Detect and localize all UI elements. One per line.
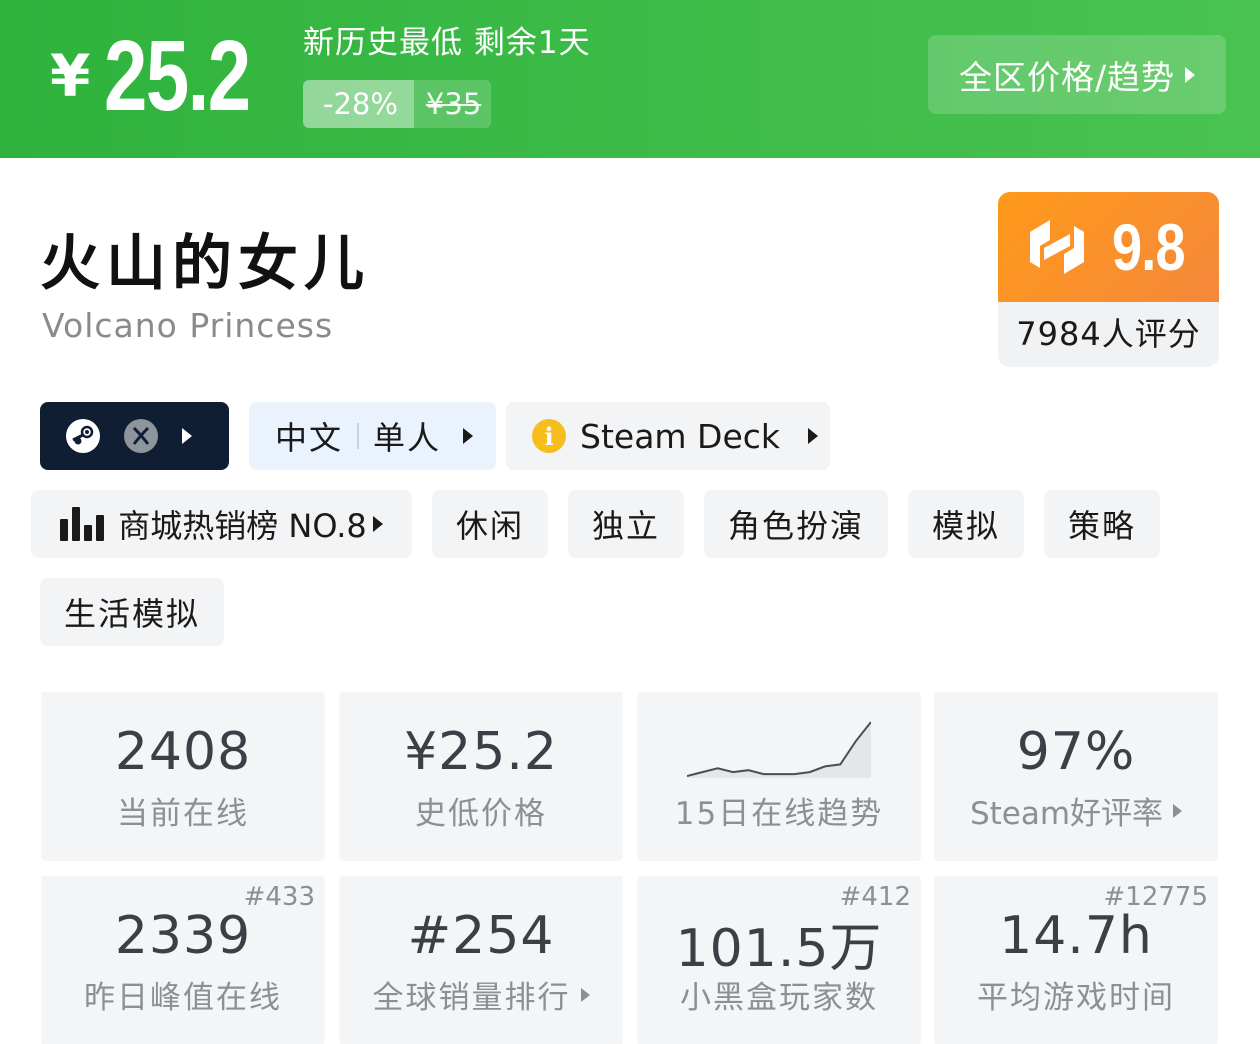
mode-label: 单人 bbox=[373, 419, 442, 457]
chevron-right-icon bbox=[808, 428, 819, 444]
stat-value: 14.7h bbox=[999, 906, 1153, 966]
stat-lowest-price: ¥25.2 史低价格 bbox=[339, 692, 623, 861]
stat-steam-rating[interactable]: 97% Steam好评率 bbox=[934, 692, 1218, 861]
xbox-icon bbox=[124, 419, 158, 453]
price-value: 25.2 bbox=[104, 20, 251, 132]
current-price: ¥ 25.2 bbox=[50, 26, 291, 126]
stat-avg-playtime: #12775 14.7h 平均游戏时间 bbox=[934, 876, 1218, 1044]
stat-label: 平均游戏时间 bbox=[977, 980, 1175, 1016]
stat-value: 97% bbox=[1016, 722, 1136, 782]
stat-peak-online: #433 2339 昨日峰值在线 bbox=[41, 876, 325, 1044]
stat-label: 15日在线趋势 bbox=[674, 796, 884, 832]
stat-value: 101.5万 bbox=[675, 919, 883, 979]
original-price: ¥35 bbox=[425, 87, 482, 121]
stat-value: ¥25.2 bbox=[404, 722, 558, 782]
stat-label: 小黑盒玩家数 bbox=[680, 980, 878, 1016]
stat-value: #254 bbox=[407, 906, 555, 966]
stat-global-sales-rank[interactable]: #254 全球销量排行 bbox=[339, 876, 623, 1044]
price-banner: ¥ 25.2 新历史最低 剩余1天 -28% ¥35 全区价格/趋势 bbox=[0, 0, 1260, 158]
chevron-right-icon bbox=[463, 428, 474, 444]
tag-rpg[interactable]: 角色扮演 bbox=[704, 490, 888, 558]
discount-percent: -28% bbox=[303, 80, 414, 128]
divider bbox=[357, 423, 360, 449]
stat-current-online: 2408 当前在线 bbox=[41, 692, 325, 861]
language-label: 中文 bbox=[275, 419, 344, 457]
stat-heybox-players: #412 101.5万 小黑盒玩家数 bbox=[637, 876, 921, 1044]
chevron-right-icon bbox=[182, 428, 192, 444]
tag-life-sim[interactable]: 生活模拟 bbox=[40, 578, 224, 646]
tag-casual[interactable]: 休闲 bbox=[432, 490, 548, 558]
heybox-logo-icon bbox=[1030, 220, 1085, 274]
score-card[interactable]: 9.8 7984人评分 bbox=[998, 192, 1219, 367]
ranking-label: 商城热销榜 NO.8 bbox=[118, 507, 367, 545]
stat-label: 全球销量排行 bbox=[339, 972, 623, 1017]
chevron-right-icon bbox=[372, 516, 383, 532]
info-icon: i bbox=[532, 419, 566, 453]
stat-label: 史低价格 bbox=[415, 796, 547, 832]
tag-simulation[interactable]: 模拟 bbox=[908, 490, 1024, 558]
platform-chip[interactable] bbox=[40, 402, 229, 470]
score-value: 9.8 bbox=[1112, 210, 1186, 284]
stat-label: 昨日峰值在线 bbox=[84, 980, 282, 1016]
steam-icon bbox=[66, 419, 100, 453]
price-currency: ¥ bbox=[50, 42, 91, 110]
steam-deck-label: Steam Deck bbox=[580, 416, 781, 456]
game-subtitle: Volcano Princess bbox=[42, 306, 334, 345]
stat-value: 2408 bbox=[114, 722, 252, 782]
tag-strategy[interactable]: 策略 bbox=[1044, 490, 1160, 558]
chevron-right-icon bbox=[1173, 803, 1183, 818]
price-status: 新历史最低 剩余1天 bbox=[303, 25, 591, 61]
stat-online-trend[interactable]: 15日在线趋势 bbox=[637, 692, 921, 861]
online-trend-sparkline bbox=[687, 721, 871, 778]
tag-indie[interactable]: 独立 bbox=[568, 490, 684, 558]
stat-label: Steam好评率 bbox=[934, 788, 1218, 833]
chevron-right-icon bbox=[1185, 66, 1196, 83]
chevron-right-icon bbox=[580, 987, 590, 1002]
score-header: 9.8 bbox=[998, 192, 1219, 302]
steam-deck-chip[interactable]: i Steam Deck bbox=[506, 402, 830, 470]
price-trend-button[interactable]: 全区价格/趋势 bbox=[928, 35, 1226, 114]
stat-label: 当前在线 bbox=[117, 796, 249, 832]
bar-chart-icon bbox=[60, 507, 105, 541]
ranking-tag[interactable]: 商城热销榜 NO.8 bbox=[31, 490, 412, 558]
price-info: 新历史最低 剩余1天 -28% ¥35 bbox=[303, 22, 591, 128]
price-trend-label: 全区价格/趋势 bbox=[958, 57, 1176, 97]
language-chip[interactable]: 中文 单人 bbox=[249, 402, 496, 470]
game-title: 火山的女儿 bbox=[40, 229, 370, 299]
stat-value: 2339 bbox=[114, 906, 252, 966]
score-count: 7984人评分 bbox=[1016, 315, 1201, 353]
discount-tag: -28% ¥35 bbox=[303, 80, 492, 128]
